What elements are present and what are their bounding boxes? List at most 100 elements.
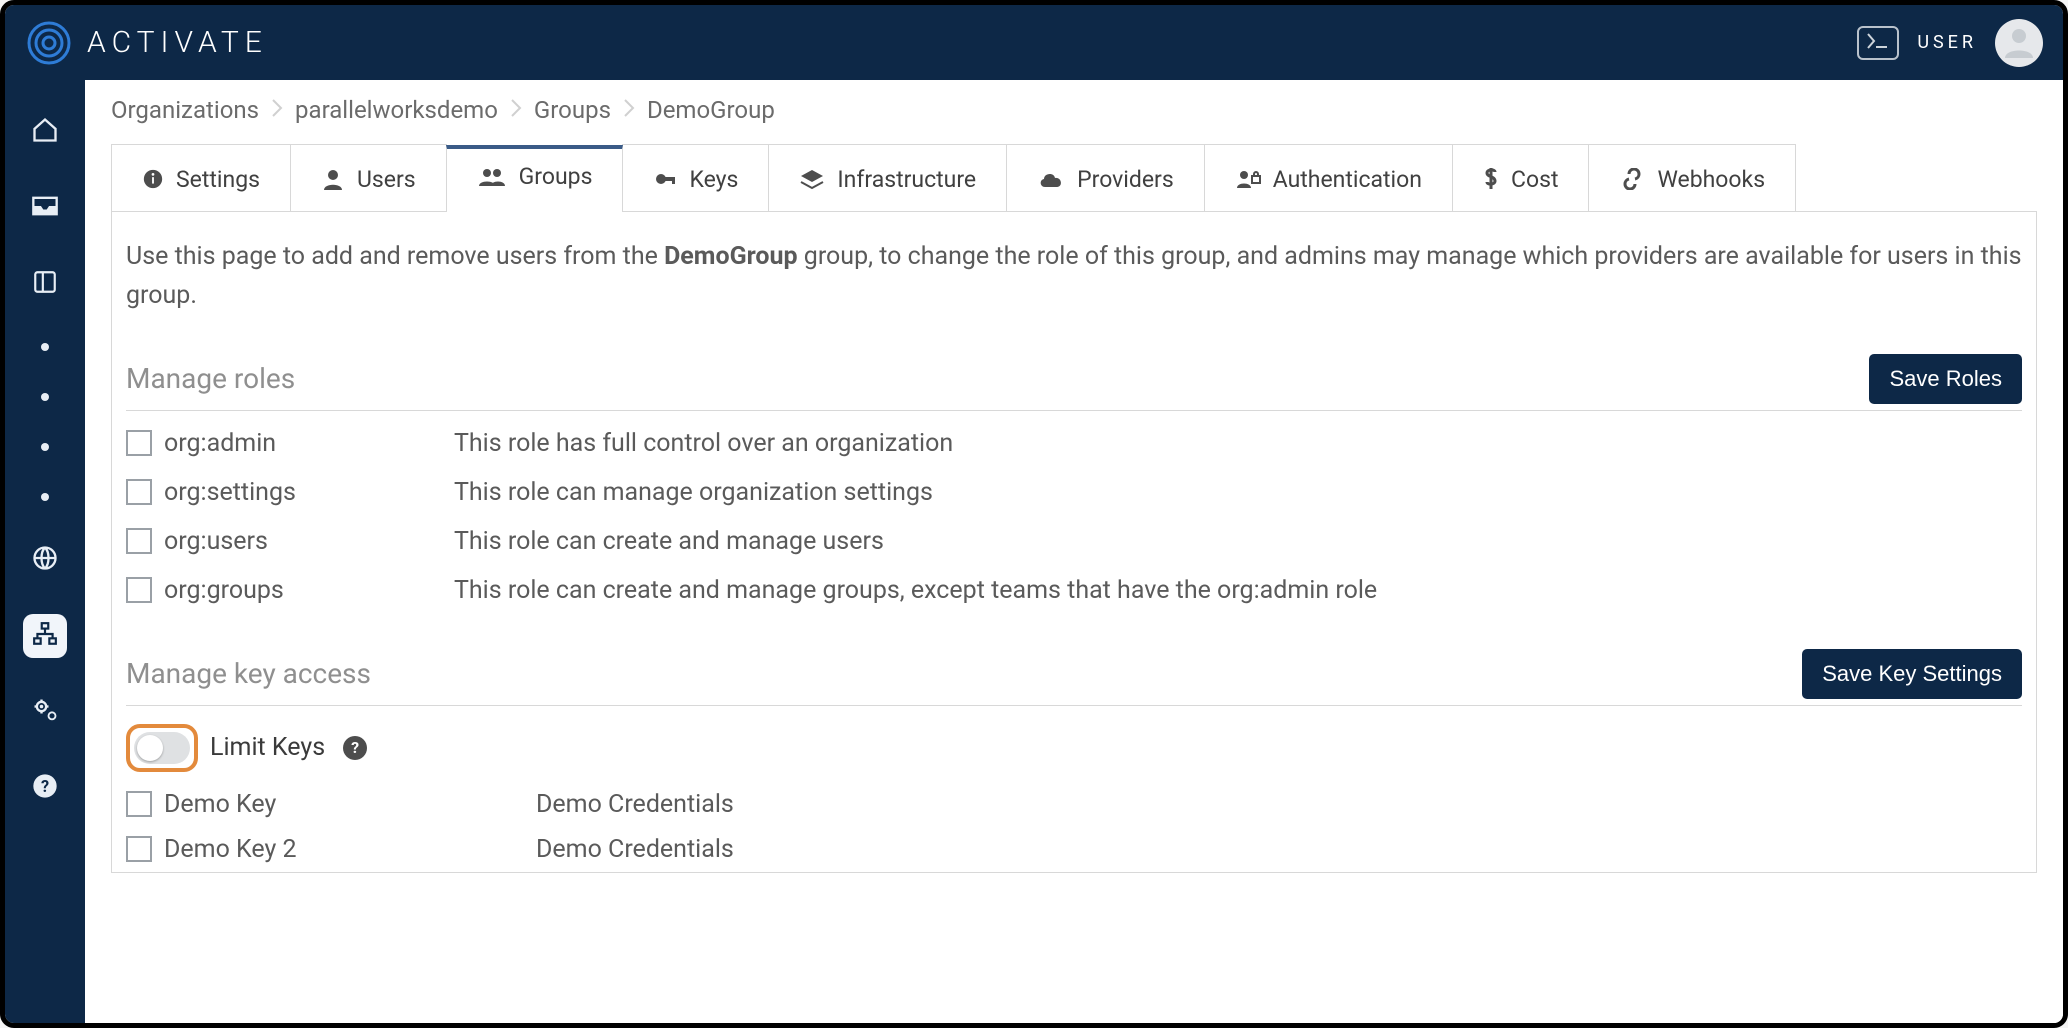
main-content: Organizations parallelworksdemo Groups D… (85, 80, 2063, 1023)
sidebar-panel[interactable] (23, 262, 67, 306)
tab-users[interactable]: Users (290, 144, 447, 211)
sidebar-globe[interactable] (23, 538, 67, 582)
sidebar-inbox[interactable] (23, 186, 67, 230)
key-desc: Demo Credentials (536, 790, 734, 819)
key-row: Demo Key Demo Credentials (126, 782, 2022, 827)
tab-label: Keys (689, 166, 738, 193)
layers-icon (799, 168, 825, 190)
role-desc: This role can manage organization settin… (454, 478, 933, 507)
chevron-right-icon (508, 96, 524, 124)
tab-groups[interactable]: Groups (446, 145, 624, 212)
role-row: org:users This role can create and manag… (126, 517, 2022, 566)
role-name: org:admin (164, 429, 454, 458)
terminal-icon (1867, 33, 1889, 53)
tab-keys[interactable]: Keys (622, 144, 769, 211)
role-desc: This role can create and manage users (454, 527, 884, 556)
key-checkbox[interactable] (126, 836, 152, 862)
help-icon: ? (31, 772, 59, 804)
sidebar-home[interactable] (23, 110, 67, 154)
save-roles-button[interactable]: Save Roles (1869, 354, 2022, 404)
users-group-icon (477, 166, 507, 188)
role-row: org:admin This role has full control ove… (126, 419, 2022, 468)
limit-keys-help[interactable]: ? (343, 736, 367, 760)
tab-label: Cost (1511, 166, 1558, 193)
crumb-group-name[interactable]: DemoGroup (647, 96, 775, 124)
sidebar: ? (5, 80, 85, 1023)
key-icon (653, 168, 677, 190)
tab-settings[interactable]: Settings (111, 144, 291, 211)
limit-keys-highlight (126, 724, 198, 772)
intro-group-name: DemoGroup (664, 242, 798, 271)
role-checkbox[interactable] (126, 528, 152, 554)
sidebar-org[interactable] (23, 614, 67, 658)
save-key-settings-button[interactable]: Save Key Settings (1802, 649, 2022, 699)
brand-swirl-icon (25, 19, 73, 67)
globe-icon (31, 544, 59, 576)
user-icon (321, 168, 345, 190)
info-icon (142, 168, 164, 190)
role-checkbox[interactable] (126, 430, 152, 456)
key-checkbox[interactable] (126, 791, 152, 817)
sidebar-dot-1[interactable] (41, 338, 49, 356)
role-desc: This role has full control over an organ… (454, 429, 953, 458)
tab-label: Groups (519, 163, 593, 190)
keys-title: Manage key access (126, 657, 371, 690)
tab-label: Settings (176, 166, 260, 193)
chevron-right-icon (269, 96, 285, 124)
brand-name: ACTIVATE (87, 25, 268, 60)
tab-authentication[interactable]: Authentication (1204, 144, 1453, 211)
sidebar-settings[interactable] (23, 690, 67, 734)
crumb-groups[interactable]: Groups (534, 96, 611, 124)
user-label: USER (1917, 32, 1977, 53)
chevron-right-icon (621, 96, 637, 124)
tab-label: Authentication (1273, 166, 1422, 193)
key-row: Demo Key 2 Demo Credentials (126, 827, 2022, 872)
user-avatar-icon (2002, 24, 2036, 62)
role-name: org:settings (164, 478, 454, 507)
role-checkbox[interactable] (126, 479, 152, 505)
inbox-icon (31, 193, 59, 223)
sidebar-dot-4[interactable] (41, 488, 49, 506)
crumb-org-slug[interactable]: parallelworksdemo (295, 96, 498, 124)
gears-icon (31, 696, 59, 728)
tab-webhooks[interactable]: Webhooks (1588, 144, 1796, 211)
limit-keys-row: Limit Keys ? (126, 706, 2022, 782)
role-row: org:groups This role can create and mana… (126, 566, 2022, 615)
tab-infrastructure[interactable]: Infrastructure (768, 144, 1007, 211)
limit-keys-label: Limit Keys (210, 733, 325, 762)
dot-icon (41, 443, 49, 451)
role-checkbox[interactable] (126, 577, 152, 603)
sidebar-dot-3[interactable] (41, 438, 49, 456)
home-icon (31, 116, 59, 148)
crumb-organizations[interactable]: Organizations (111, 96, 259, 124)
auth-icon (1235, 168, 1261, 190)
roles-title: Manage roles (126, 362, 295, 395)
keys-section-head: Manage key access Save Key Settings (126, 649, 2022, 706)
terminal-button[interactable] (1857, 26, 1899, 60)
org-chart-icon (32, 621, 58, 651)
dot-icon (41, 343, 49, 351)
question-icon: ? (351, 738, 359, 757)
app-frame: ACTIVATE USER (0, 0, 2068, 1028)
logo-group[interactable]: ACTIVATE (25, 19, 268, 67)
dot-icon (41, 393, 49, 401)
tab-label: Providers (1077, 166, 1174, 193)
intro-pre: Use this page to add and remove users fr… (126, 242, 664, 271)
link-icon (1619, 168, 1645, 190)
tabs: Settings Users Groups (111, 144, 2037, 212)
dot-icon (41, 493, 49, 501)
tab-label: Infrastructure (837, 166, 976, 193)
tab-label: Webhooks (1657, 166, 1765, 193)
dollar-icon (1483, 167, 1499, 191)
key-name: Demo Key 2 (164, 835, 297, 864)
role-desc: This role can create and manage groups, … (454, 576, 1377, 605)
avatar[interactable] (1995, 19, 2043, 67)
sidebar-dot-2[interactable] (41, 388, 49, 406)
tab-providers[interactable]: Providers (1006, 144, 1205, 211)
limit-keys-toggle[interactable] (134, 732, 190, 764)
page-description: Use this page to add and remove users fr… (112, 212, 2036, 326)
sidebar-help[interactable]: ? (23, 766, 67, 810)
tab-cost[interactable]: Cost (1452, 144, 1589, 211)
key-desc: Demo Credentials (536, 835, 734, 864)
panel-icon (32, 269, 58, 299)
